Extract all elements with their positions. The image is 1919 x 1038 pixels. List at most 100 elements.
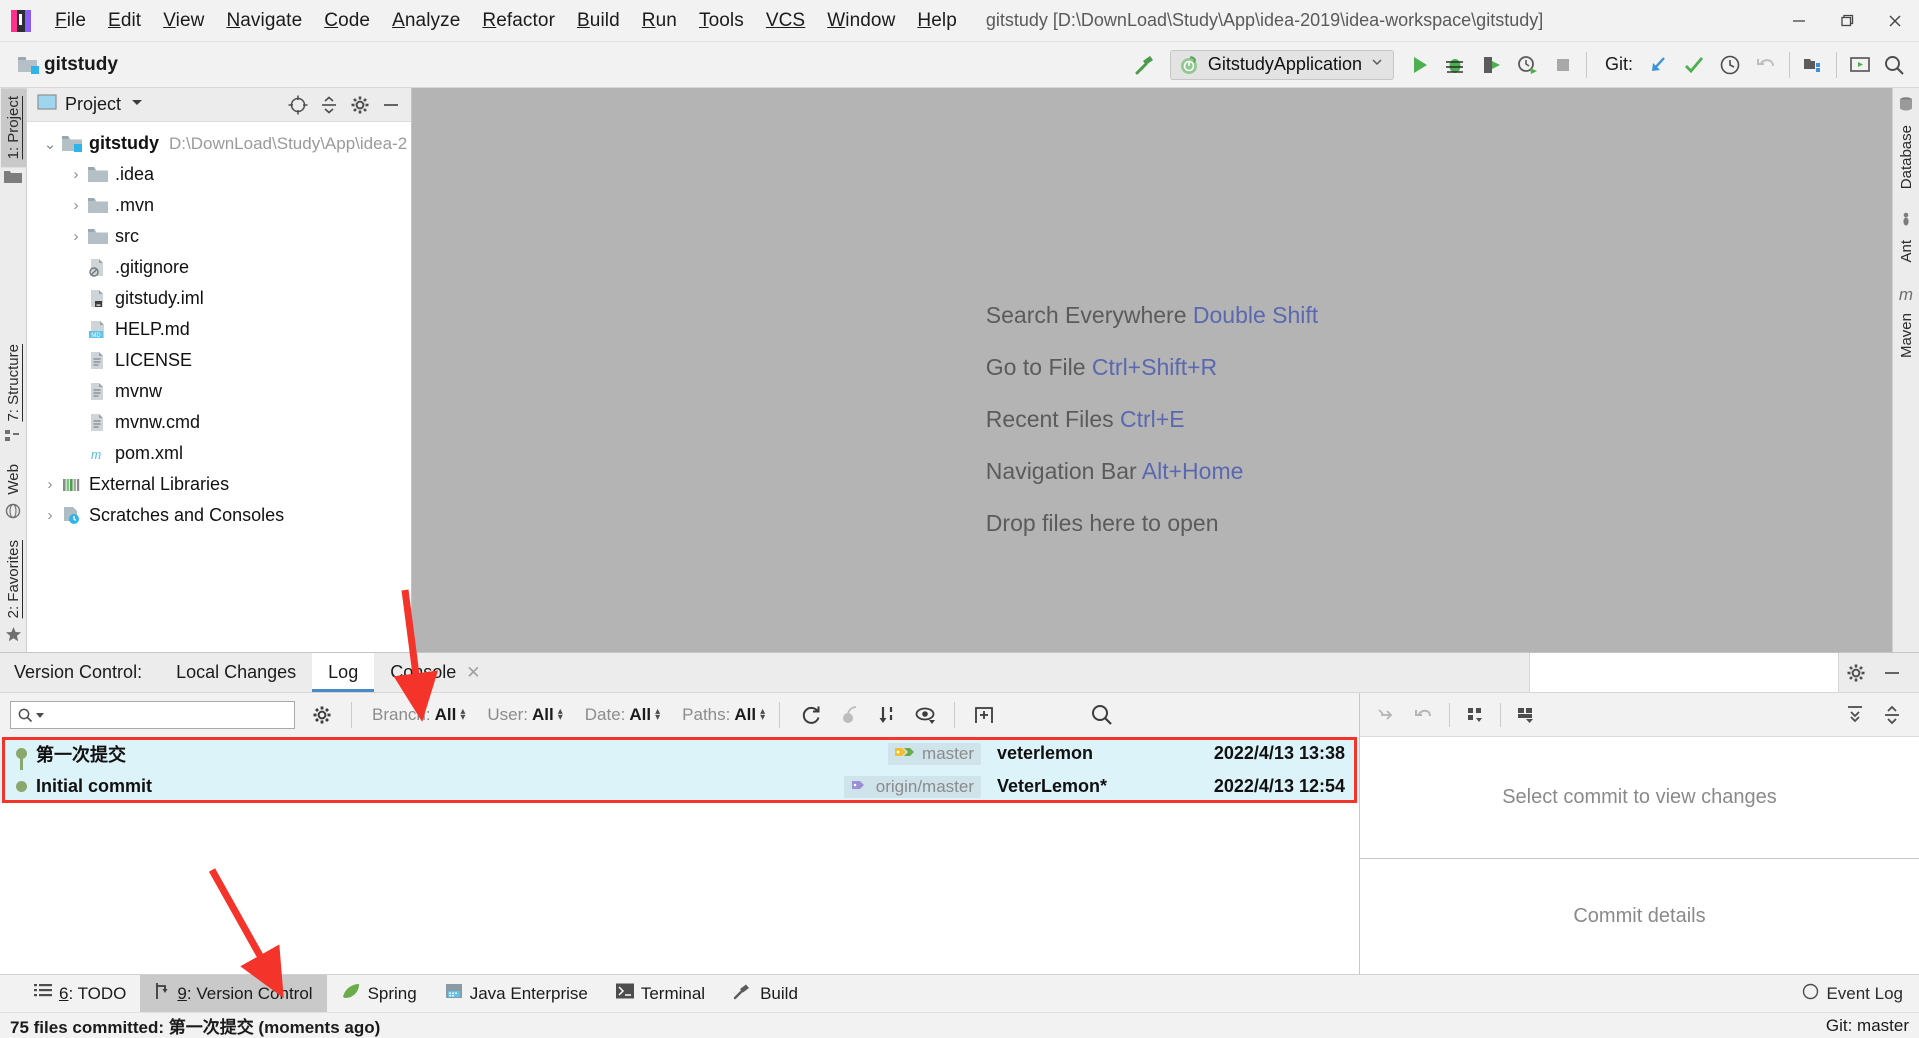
maximize-button[interactable]	[1823, 0, 1871, 42]
minimize-button[interactable]	[1775, 0, 1823, 42]
expand-all-icon[interactable]	[1838, 698, 1872, 732]
tree-node[interactable]: ⌄ gitstudy D:\DownLoad\Study\App\idea-2	[27, 128, 411, 159]
run-with-coverage-button[interactable]	[1474, 48, 1508, 82]
spinner-arrows-icon[interactable]: ▴ ▾	[460, 707, 465, 723]
hammer-icon[interactable]	[1128, 48, 1162, 82]
revert-icon[interactable]	[1407, 698, 1441, 732]
branch-ref-chip[interactable]: origin/master	[843, 775, 981, 798]
search-icon[interactable]	[1085, 698, 1119, 732]
menu-item-edit[interactable]: Edit	[97, 8, 152, 34]
sidebar-item-web[interactable]: Web	[1, 456, 26, 503]
expand-arrow-icon[interactable]: ⌄	[39, 135, 61, 153]
run-button[interactable]	[1402, 48, 1436, 82]
tree-node[interactable]: m pom.xml	[27, 438, 411, 469]
tool-button-java-enterprise[interactable]: Java Enterprise	[431, 975, 602, 1012]
menu-item-build[interactable]: Build	[566, 8, 631, 34]
menu-item-tools[interactable]: Tools	[688, 8, 755, 34]
tree-node[interactable]: .gitignore	[27, 252, 411, 283]
stop-button[interactable]	[1546, 48, 1580, 82]
collapse-all-icon[interactable]	[1875, 698, 1909, 732]
commit-row[interactable]: Initial commit origin/master VeterLemon* 20…	[0, 770, 1359, 803]
hide-icon[interactable]	[377, 91, 405, 119]
go-to-hash-icon[interactable]	[870, 698, 904, 732]
profile-button[interactable]	[1510, 48, 1544, 82]
run-configuration-selector[interactable]: GitstudyApplication	[1169, 49, 1394, 80]
tab-local-changes[interactable]: Local Changes	[160, 653, 312, 692]
new-tab-icon[interactable]	[967, 698, 1001, 732]
chevron-down-icon[interactable]	[129, 94, 145, 115]
menu-item-run[interactable]: Run	[631, 8, 688, 34]
expand-arrow-icon[interactable]: ›	[65, 166, 87, 183]
filter-branch[interactable]: Branch: All ▴ ▾	[372, 705, 465, 725]
update-project-icon[interactable]	[1641, 48, 1675, 82]
sidebar-item-ant[interactable]: Ant	[1894, 232, 1919, 271]
cherry-pick-icon[interactable]	[832, 698, 866, 732]
settings-gear-icon[interactable]	[346, 91, 374, 119]
tree-node[interactable]: › External Libraries	[27, 469, 411, 500]
branch-ref-chip[interactable]: master	[888, 742, 981, 765]
project-tree[interactable]: ⌄ gitstudy D:\DownLoad\Study\App\idea-2 › .i…	[27, 122, 411, 652]
commit-icon[interactable]	[1677, 48, 1711, 82]
main-menu[interactable]: File Edit View Navigate Code Analyze Refactor B…	[44, 8, 968, 34]
sidebar-item-project[interactable]: 1: Project	[0, 88, 26, 168]
tree-node[interactable]: LICENSE	[27, 345, 411, 376]
menu-item-code[interactable]: Code	[313, 8, 381, 34]
commit-row[interactable]: 第一次提交 master veterlemon 2022/4/13 13:38	[0, 737, 1359, 786]
tree-node[interactable]: › src	[27, 221, 411, 252]
close-icon[interactable]: ✕	[466, 663, 480, 683]
settings-gear-icon[interactable]	[305, 698, 339, 732]
status-git-branch[interactable]: Git: master	[1826, 1016, 1909, 1036]
filter-paths[interactable]: Paths: All ▴ ▾	[682, 705, 765, 725]
tab-log[interactable]: Log	[312, 653, 375, 692]
close-button[interactable]	[1871, 0, 1919, 42]
collapse-all-icon[interactable]	[315, 91, 343, 119]
sidebar-item-structure[interactable]: 7: Structure	[1, 336, 26, 430]
menu-item-navigate[interactable]: Navigate	[215, 8, 313, 34]
settings-gear-icon[interactable]	[1839, 656, 1873, 690]
menu-item-help[interactable]: Help	[906, 8, 967, 34]
event-log-button[interactable]: Event Log	[1802, 975, 1919, 1012]
history-icon[interactable]	[1713, 48, 1747, 82]
project-structure-icon[interactable]	[1796, 48, 1830, 82]
tab-console[interactable]: Console ✕	[374, 653, 496, 692]
tree-node[interactable]: › .idea	[27, 159, 411, 190]
search-input[interactable]	[10, 701, 295, 729]
tree-node[interactable]: mvnw.cmd	[27, 407, 411, 438]
filter-user[interactable]: User: All ▴ ▾	[487, 705, 562, 725]
rollback-icon[interactable]	[1749, 48, 1783, 82]
menu-item-analyze[interactable]: Analyze	[381, 8, 471, 34]
search-everywhere-icon[interactable]	[1877, 48, 1911, 82]
run-anything-icon[interactable]	[1843, 48, 1877, 82]
sidebar-item-maven[interactable]: Maven	[1894, 305, 1919, 366]
expand-arrow-icon[interactable]: ›	[65, 197, 87, 214]
tool-button-todo[interactable]: 6: TODO	[20, 975, 140, 1012]
menu-item-file[interactable]: File	[44, 8, 97, 34]
tree-node[interactable]: › Scratches and Consoles	[27, 500, 411, 531]
locate-icon[interactable]	[284, 91, 312, 119]
tree-node[interactable]: mvnw	[27, 376, 411, 407]
sidebar-item-database[interactable]: Database	[1894, 117, 1919, 197]
spinner-arrows-icon[interactable]: ▴ ▾	[760, 707, 765, 723]
menu-item-view[interactable]: View	[152, 8, 215, 34]
tool-button-spring[interactable]: Spring	[327, 975, 431, 1012]
tool-button-terminal[interactable]: Terminal	[602, 975, 719, 1012]
filter-date[interactable]: Date: All ▴ ▾	[585, 705, 660, 725]
collapse-to-selection-icon[interactable]	[1370, 698, 1404, 732]
tool-button-version-control[interactable]: 9: Version Control	[140, 975, 327, 1012]
commit-list[interactable]: 第一次提交 master veterlemon 2022/4/13 13:38 Init…	[0, 737, 1359, 974]
group-by-directory-icon[interactable]	[1458, 698, 1492, 732]
tool-button-build[interactable]: Build	[719, 975, 812, 1012]
expand-arrow-icon[interactable]: ›	[39, 507, 61, 524]
spinner-arrows-icon[interactable]: ▴ ▾	[655, 707, 660, 723]
tree-node[interactable]: MD HELP.md	[27, 314, 411, 345]
menu-item-vcs[interactable]: VCS	[755, 8, 816, 34]
breadcrumb[interactable]: gitstudy	[8, 54, 118, 76]
refresh-icon[interactable]	[794, 698, 828, 732]
expand-arrow-icon[interactable]: ›	[39, 476, 61, 493]
tree-node[interactable]: gitstudy.iml	[27, 283, 411, 314]
show-details-icon[interactable]	[908, 698, 942, 732]
menu-item-refactor[interactable]: Refactor	[471, 8, 566, 34]
hide-panel-icon[interactable]	[1875, 656, 1909, 690]
group-by-module-icon[interactable]	[1509, 698, 1543, 732]
spinner-arrows-icon[interactable]: ▴ ▾	[558, 707, 563, 723]
